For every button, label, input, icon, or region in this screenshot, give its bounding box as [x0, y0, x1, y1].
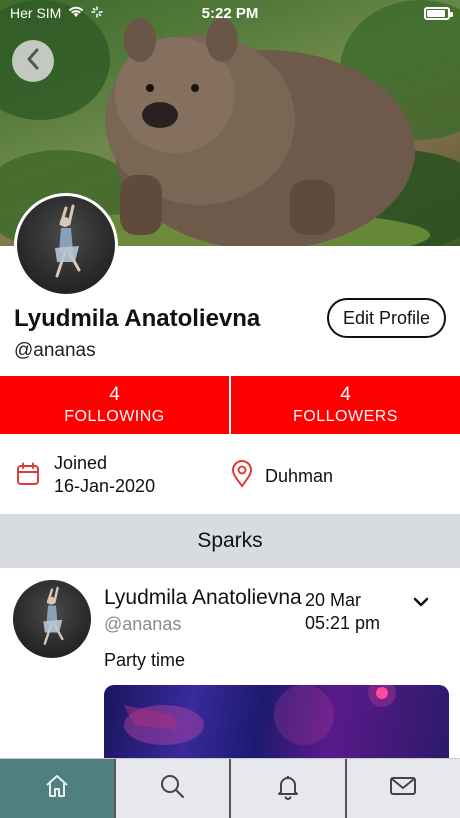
following-label: FOLLOWING	[64, 408, 165, 425]
profile-avatar[interactable]	[14, 193, 118, 297]
followers-stat[interactable]: 4 FOLLOWERS	[229, 376, 460, 434]
avatar-image	[17, 196, 115, 294]
back-button[interactable]	[12, 40, 54, 82]
status-bar: Her SIM 5:22 PM	[0, 0, 460, 26]
joined-date: 16-Jan-2020	[54, 476, 156, 496]
bell-icon	[274, 772, 302, 805]
joined-label: Joined	[54, 453, 108, 473]
calendar-icon	[16, 462, 40, 491]
profile-handle: @ananas	[14, 340, 96, 361]
tab-search[interactable]	[113, 759, 230, 818]
following-stat[interactable]: 4 FOLLOWING	[0, 376, 229, 434]
following-count: 4	[109, 384, 120, 405]
spark-post[interactable]: Lyudmila Anatolievna @ananas 20 Mar 05:2…	[0, 568, 460, 758]
post-options-button[interactable]	[410, 592, 432, 612]
sparks-section-header: Sparks	[0, 514, 460, 568]
search-icon	[158, 772, 186, 805]
edit-profile-button[interactable]: Edit Profile	[327, 298, 446, 338]
stats-bar: 4 FOLLOWING 4 FOLLOWERS	[0, 376, 460, 434]
location-info: Duhman	[231, 460, 333, 493]
post-date: 20 Mar	[305, 590, 362, 610]
chevron-left-icon	[26, 48, 40, 75]
tab-messages[interactable]	[344, 759, 460, 818]
status-time: 5:22 PM	[201, 5, 259, 22]
tab-home[interactable]	[0, 759, 114, 818]
post-image[interactable]	[104, 685, 449, 758]
followers-label: FOLLOWERS	[293, 408, 398, 425]
post-timestamp: 20 Mar 05:21 pm	[305, 589, 380, 635]
profile-info: Joined 16-Jan-2020 Duhman	[0, 446, 460, 506]
mail-icon	[389, 772, 417, 805]
battery-icon	[424, 6, 453, 20]
tab-notifications[interactable]	[229, 759, 345, 818]
post-time: 05:21 pm	[305, 613, 381, 633]
post-author-handle: @ananas	[104, 614, 182, 634]
bottom-tab-bar	[0, 758, 460, 818]
profile-name: Lyudmila Anatolievna	[14, 305, 261, 332]
chevron-down-icon	[410, 597, 432, 616]
followers-count: 4	[340, 384, 351, 405]
joined-info: Joined 16-Jan-2020	[16, 452, 155, 498]
location-pin-icon	[231, 460, 253, 493]
post-text: Party time	[104, 650, 186, 670]
location-text: Duhman	[265, 466, 334, 486]
post-avatar[interactable]	[13, 580, 91, 658]
post-author-name: Lyudmila Anatolievna	[104, 586, 302, 609]
home-icon	[43, 772, 71, 805]
